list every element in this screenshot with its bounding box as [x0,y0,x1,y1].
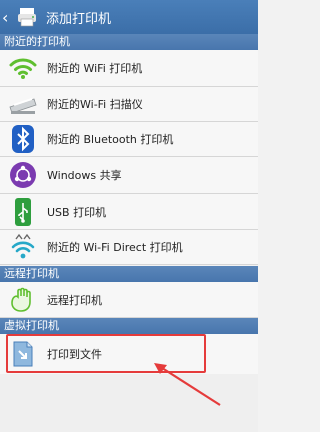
title-bar: ‹ 添加打印机 [0,0,258,34]
scanner-icon [8,89,38,119]
list-item-wifi-direct-printer[interactable]: 附近的 Wi-Fi Direct 打印机 [0,230,258,265]
list-item-label: 附近的 WiFi 打印机 [47,62,143,75]
list-item-bluetooth-printer[interactable]: 附近的 Bluetooth 打印机 [0,122,258,157]
list-item-wifi-scanner[interactable]: 附近的Wi-Fi 扫描仪 [0,87,258,122]
section-header-nearby: 附近的打印机 [0,34,258,50]
usb-icon [8,197,38,227]
wifi-icon [8,53,38,83]
page-title: 添加打印机 [46,11,112,27]
wifi-direct-icon [8,232,38,262]
printer-icon [18,8,36,27]
list-item-label: 附近的 Wi-Fi Direct 打印机 [47,241,183,254]
list-item-usb-printer[interactable]: USB 打印机 [0,194,258,230]
annotation-arrow-icon [154,363,221,406]
list-item-label: Windows 共享 [47,169,122,182]
hand-icon [8,285,38,315]
list-item-wifi-printer[interactable]: 附近的 WiFi 打印机 [0,50,258,87]
list-item-label: USB 打印机 [47,205,107,219]
section-header-remote: 远程打印机 [0,266,258,282]
bluetooth-icon [8,124,38,154]
list-item-label: 附近的 Bluetooth 打印机 [47,133,174,146]
section-header-virtual: 虚拟打印机 [0,318,258,334]
list-item-label: 附近的Wi-Fi 扫描仪 [47,98,143,111]
list-item-remote-printer[interactable]: 远程打印机 [0,282,258,318]
list-item-label: 远程打印机 [47,293,102,307]
list-item-windows-share[interactable]: Windows 共享 [0,157,258,194]
share-icon [8,160,38,190]
chevron-left-icon[interactable]: ‹ [2,8,14,27]
